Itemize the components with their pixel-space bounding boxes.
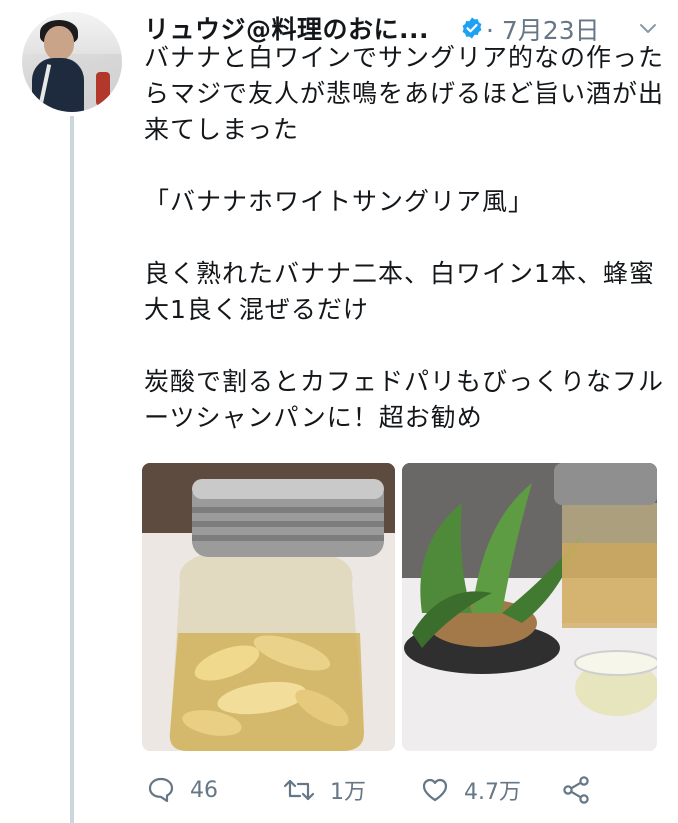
avatar[interactable] [22,12,122,112]
reply-count: 46 [190,777,218,803]
tweet-actions: 46 1万 4.7万 [142,770,662,810]
retweet-arrows-icon [283,779,315,801]
jar-closeup-illustration [142,463,395,751]
retweet-count: 1万 [330,780,366,805]
chevron-down-icon[interactable] [638,18,658,38]
media-photo-jar-closeup[interactable] [142,463,395,751]
like-count: 4.7万 [464,780,521,805]
media-photo-jar-and-plant[interactable] [402,463,657,751]
avatar-face [44,26,74,60]
speech-bubble-icon [148,777,174,803]
verified-badge-icon [462,17,482,39]
jar-plant-illustration [402,463,657,751]
thread-line [70,116,74,823]
share-nodes-icon [563,776,589,804]
avatar-bottle [96,72,110,106]
media-grid [142,463,657,751]
reply-button[interactable]: 46 [146,770,218,810]
tweet-text: バナナと白ワインでサングリア的なの作ったらマジで友人が悲鳴をあげるほど旨い酒が出… [144,43,665,432]
share-button[interactable] [560,770,592,810]
heart-icon [422,778,448,802]
retweet-button[interactable]: 1万 [282,770,366,810]
like-button[interactable]: 4.7万 [420,770,521,810]
tweet-header: リュウジ@料理のおに... · 7月23日 [144,6,664,45]
